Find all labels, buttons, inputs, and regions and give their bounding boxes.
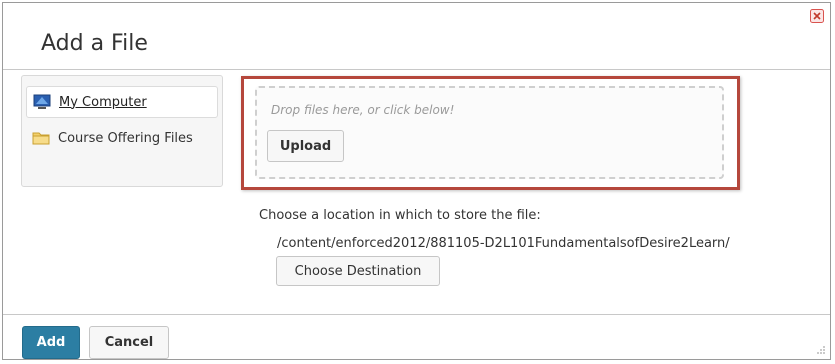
upload-button[interactable]: Upload xyxy=(267,130,344,162)
location-prompt: Choose a location in which to store the … xyxy=(259,208,541,223)
file-drop-zone[interactable]: Drop files here, or click below! Upload xyxy=(255,86,724,179)
add-file-dialog: Add a File My Computer Course Offering F… xyxy=(2,2,831,360)
computer-icon xyxy=(33,94,51,109)
folder-icon xyxy=(32,132,50,145)
drop-hint: Drop files here, or click below! xyxy=(271,103,455,117)
cancel-button[interactable]: Cancel xyxy=(89,326,169,359)
dialog-title: Add a File xyxy=(41,31,148,56)
dialog-footer: Add Cancel xyxy=(3,314,830,359)
sidebar-item-label: Course Offering Files xyxy=(58,130,193,146)
destination-path: /content/enforced2012/881105-D2L101Funda… xyxy=(277,236,730,251)
sidebar-item-my-computer[interactable]: My Computer xyxy=(26,86,218,118)
source-sidebar: My Computer Course Offering Files xyxy=(21,75,223,187)
header-divider xyxy=(3,69,830,70)
close-icon[interactable] xyxy=(810,9,824,23)
add-button[interactable]: Add xyxy=(22,326,80,359)
resize-grip-icon[interactable] xyxy=(816,345,826,355)
upload-highlight: Drop files here, or click below! Upload xyxy=(241,76,740,190)
sidebar-item-course-offering-files[interactable]: Course Offering Files xyxy=(26,122,218,154)
sidebar-item-label: My Computer xyxy=(59,94,147,110)
choose-destination-button[interactable]: Choose Destination xyxy=(276,256,440,286)
